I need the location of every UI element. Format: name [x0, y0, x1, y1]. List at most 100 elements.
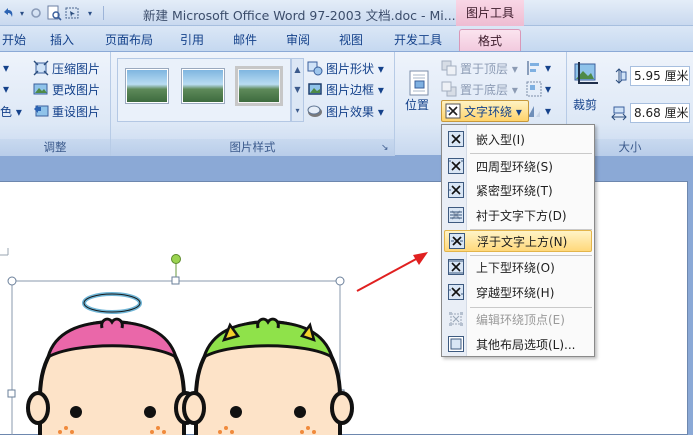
- picture-styles-launcher-icon[interactable]: ↘: [381, 143, 391, 153]
- title-bar: ▾ ▾ 新建 Microsoft Office Word 97-2003 文档.…: [0, 0, 693, 26]
- change-picture-button[interactable]: 更改图片: [33, 79, 100, 99]
- wrap-behind-icon: [448, 207, 464, 223]
- align-button[interactable]: ▾: [526, 58, 551, 78]
- picture-effects-label: 图片效果 ▾: [326, 104, 384, 119]
- text-wrap-button[interactable]: 文字环绕 ▾: [441, 100, 529, 122]
- tab-page-layout[interactable]: 页面布局: [99, 29, 159, 51]
- wrap-inline-icon: [448, 131, 464, 147]
- adjust-group-label: 调整: [0, 139, 110, 156]
- tab-references[interactable]: 引用: [174, 29, 210, 51]
- style-thumbnail-3[interactable]: [238, 69, 280, 103]
- reset-picture-icon: [33, 103, 49, 119]
- adjust-partial-1[interactable]: ▾: [0, 58, 9, 78]
- wrap-front-icon: [449, 233, 465, 249]
- crop-button[interactable]: [571, 58, 603, 92]
- group-icon: [526, 81, 542, 97]
- edit-wrap-points-icon: [448, 311, 464, 327]
- menu-item-through-label: 穿越型环绕(H): [476, 285, 555, 300]
- compress-icon: [33, 60, 49, 76]
- tab-insert[interactable]: 插入: [44, 29, 80, 51]
- menu-separator: [470, 153, 592, 154]
- compress-pictures-label: 压缩图片: [52, 61, 101, 76]
- wrap-tight-icon: [448, 182, 464, 198]
- gallery-down-icon[interactable]: ▼: [294, 85, 300, 94]
- wrap-square-icon: [448, 158, 464, 174]
- select-objects-icon[interactable]: [64, 5, 80, 21]
- tab-view[interactable]: 视图: [333, 29, 369, 51]
- picture-effects-button[interactable]: 图片效果 ▾: [307, 101, 384, 121]
- menu-item-edit-wrap-points-label: 编辑环绕顶点(E): [476, 312, 565, 327]
- picture-shape-label: 图片形状 ▾: [326, 61, 384, 76]
- wrap-top-bottom-icon: [448, 259, 464, 275]
- style-thumbnail-1[interactable]: [126, 69, 168, 103]
- tab-review[interactable]: 审阅: [280, 29, 316, 51]
- tab-home[interactable]: 开始: [0, 29, 30, 51]
- customize-qat-icon[interactable]: ▾: [82, 5, 98, 21]
- rotate-button[interactable]: ▾: [526, 101, 551, 121]
- send-to-back-label: 置于底层 ▾: [460, 82, 518, 97]
- devil-baby-clipart[interactable]: [182, 317, 354, 435]
- menu-item-in-front-of-text[interactable]: 浮于文字上方(N): [444, 230, 592, 252]
- tab-format[interactable]: 格式: [459, 29, 521, 51]
- redo-icon[interactable]: [28, 5, 44, 21]
- quick-access-toolbar: ▾ ▾: [0, 3, 107, 23]
- position-icon: [406, 69, 434, 97]
- position-label: 位置: [405, 97, 430, 112]
- reset-picture-button[interactable]: 重设图片: [33, 101, 100, 121]
- group-button[interactable]: ▾: [526, 79, 551, 99]
- picture-border-button[interactable]: 图片边框 ▾: [307, 79, 384, 99]
- reset-picture-label: 重设图片: [52, 104, 101, 119]
- undo-dropdown-icon[interactable]: ▾: [18, 5, 26, 21]
- style-thumbnail-2[interactable]: [182, 69, 224, 103]
- height-input[interactable]: 5.95 厘米: [630, 66, 690, 86]
- menu-item-behind-text[interactable]: 衬于文字下方(D): [444, 204, 592, 226]
- picture-styles-group-label: 图片样式: [111, 139, 394, 156]
- height-icon: [611, 68, 627, 84]
- menu-item-top-bottom-label: 上下型环绕(O): [476, 260, 555, 275]
- change-picture-label: 更改图片: [52, 82, 101, 97]
- red-arrow-annotation: [356, 252, 428, 292]
- adjust-partial-2[interactable]: ▾: [0, 79, 9, 99]
- bring-to-front-button[interactable]: 置于顶层 ▾: [441, 58, 518, 78]
- menu-item-edit-wrap-points[interactable]: 编辑环绕顶点(E): [444, 308, 592, 330]
- menu-item-tight-label: 紧密型环绕(T): [476, 183, 553, 198]
- menu-item-tight[interactable]: 紧密型环绕(T): [444, 179, 592, 201]
- tab-mailings[interactable]: 邮件: [227, 29, 263, 51]
- menu-item-more-layout-options[interactable]: 其他布局选项(L)...: [444, 333, 592, 355]
- menu-item-top-bottom[interactable]: 上下型环绕(O): [444, 256, 592, 278]
- gallery-scroll[interactable]: ▲ ▼ ▾: [291, 58, 304, 122]
- menu-item-in-front-of-text-label: 浮于文字上方(N): [477, 234, 568, 249]
- compress-pictures-button[interactable]: 压缩图片: [33, 58, 100, 78]
- menu-item-square-label: 四周型环绕(S): [476, 159, 553, 174]
- picture-border-label: 图片边框 ▾: [326, 82, 384, 97]
- send-to-back-icon: [441, 81, 457, 97]
- bring-to-front-label: 置于顶层 ▾: [460, 61, 518, 76]
- more-layout-options-icon: [448, 336, 464, 352]
- print-preview-icon[interactable]: [46, 5, 62, 21]
- document-title: 新建 Microsoft Office Word 97-2003 文档.doc …: [143, 8, 456, 23]
- angel-baby-clipart[interactable]: [26, 292, 198, 435]
- ribbon-tab-row: 开始 插入 页面布局 引用 邮件 审阅 视图 开发工具 格式: [0, 26, 693, 52]
- menu-item-through[interactable]: 穿越型环绕(H): [444, 281, 592, 303]
- menu-item-inline-label: 嵌入型(I): [476, 132, 525, 147]
- qat-separator: [103, 6, 104, 20]
- width-input[interactable]: 8.68 厘米: [630, 103, 690, 123]
- text-wrap-menu: 嵌入型(I) 四周型环绕(S) 紧密型环绕(T) 衬于文字下方(D) 浮于文字上…: [441, 124, 595, 357]
- picture-shape-button[interactable]: 图片形状 ▾: [307, 58, 384, 78]
- picture-tools-header: 图片工具: [456, 0, 524, 26]
- crop-label: 裁剪: [573, 97, 598, 112]
- align-icon: [526, 60, 542, 76]
- undo-icon[interactable]: [0, 5, 16, 21]
- gallery-up-icon[interactable]: ▲: [294, 65, 300, 74]
- menu-item-inline[interactable]: 嵌入型(I): [444, 128, 592, 150]
- adjust-group: ▾ ▾ 色 ▾ 压缩图片 更改图片 重设图片 调整: [0, 52, 111, 156]
- text-wrap-icon: [445, 103, 461, 119]
- gallery-more-icon[interactable]: ▾: [295, 106, 299, 115]
- menu-item-more-layout-options-label: 其他布局选项(L)...: [476, 337, 576, 352]
- tab-developer[interactable]: 开发工具: [388, 29, 448, 51]
- picture-shape-icon: [307, 60, 323, 76]
- send-to-back-button[interactable]: 置于底层 ▾: [441, 79, 518, 99]
- recolor-button[interactable]: 色 ▾: [0, 101, 22, 121]
- menu-item-square[interactable]: 四周型环绕(S): [444, 155, 592, 177]
- width-icon: [611, 105, 627, 121]
